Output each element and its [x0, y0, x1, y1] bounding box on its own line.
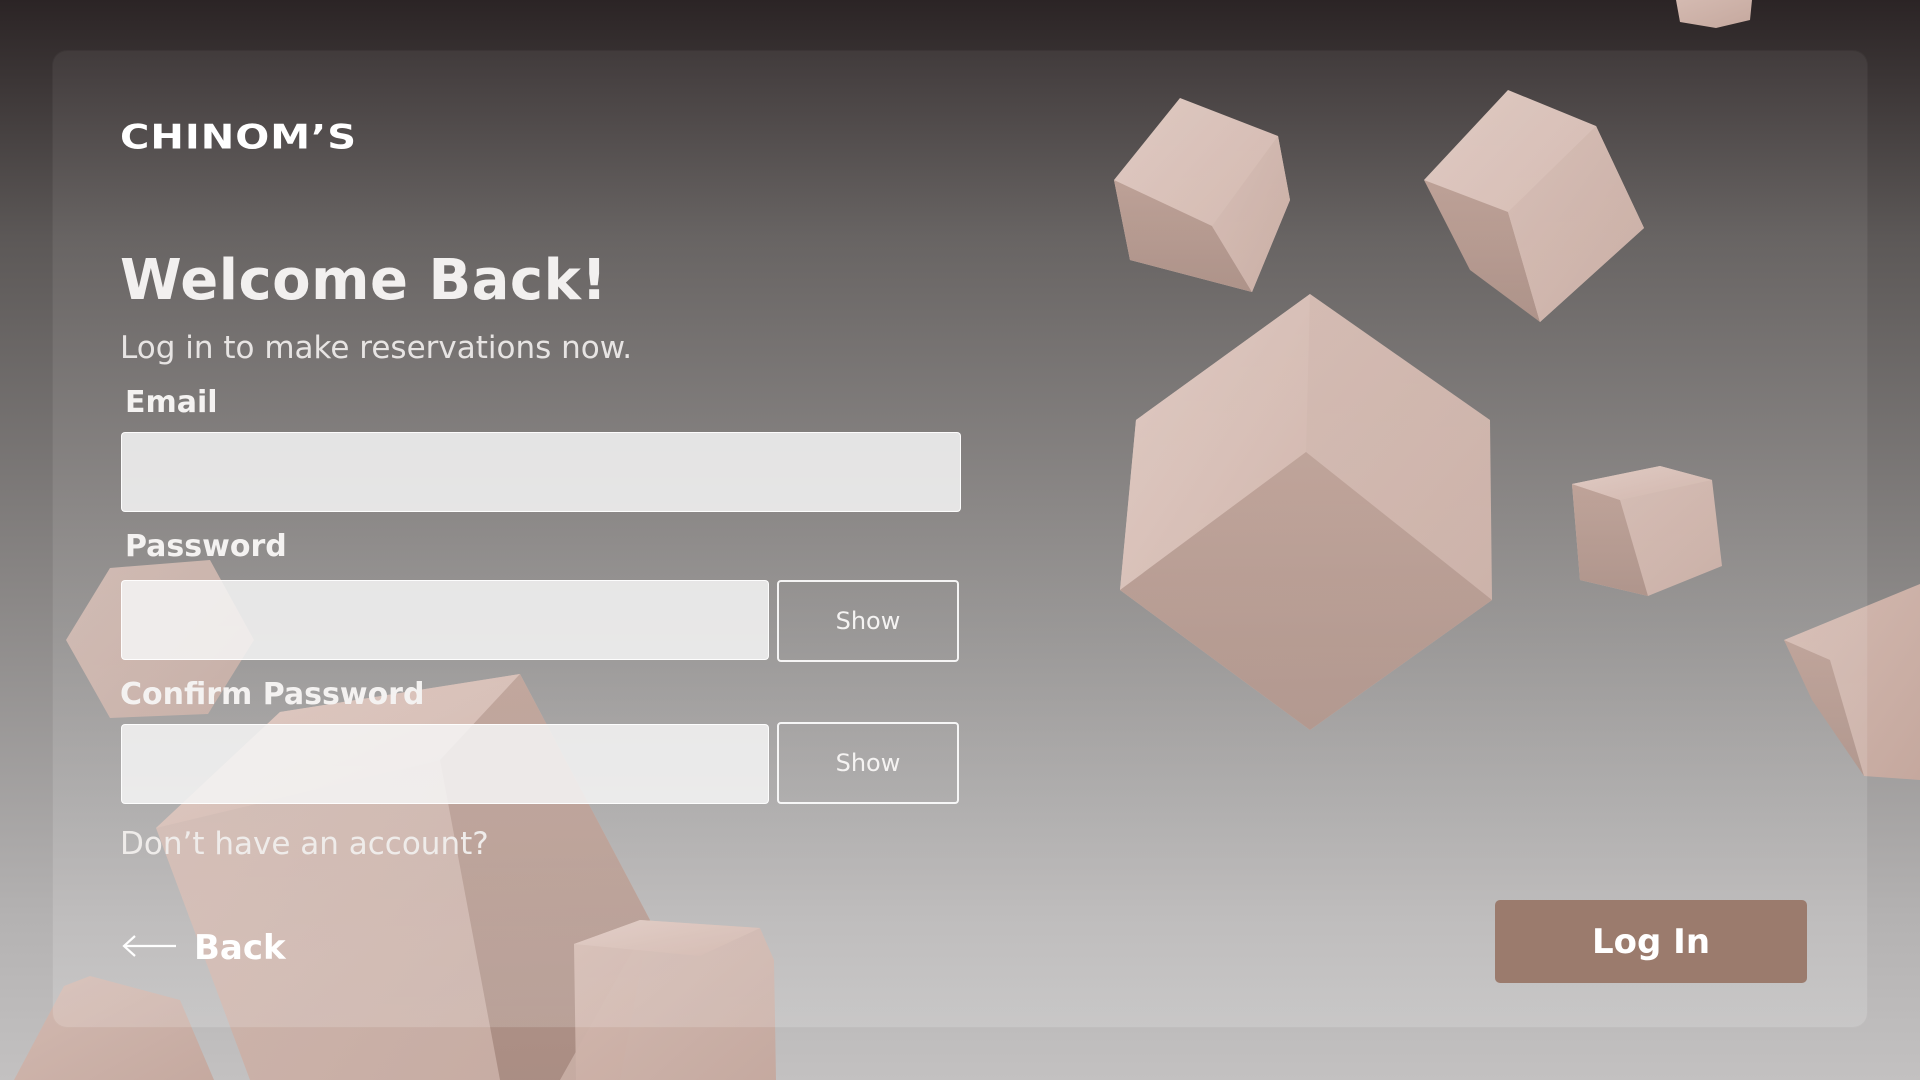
back-label: Back: [194, 928, 286, 968]
page-title: Welcome Back!: [120, 248, 608, 313]
cube-top-edge: [1676, 0, 1752, 28]
show-password-button[interactable]: Show: [777, 580, 959, 662]
confirm-password-label: Confirm Password: [120, 677, 425, 712]
login-card: [53, 51, 1867, 1027]
password-field[interactable]: [121, 580, 769, 660]
confirm-password-field[interactable]: [121, 724, 769, 804]
page-subtitle: Log in to make reservations now.: [120, 330, 633, 366]
password-label: Password: [125, 529, 287, 564]
back-button[interactable]: Back: [122, 928, 286, 968]
arrow-left-icon: [122, 935, 178, 961]
show-confirm-password-button[interactable]: Show: [777, 722, 959, 804]
email-field[interactable]: [121, 432, 961, 512]
email-label: Email: [125, 385, 218, 420]
brand-logo: CHINOM’S: [120, 118, 358, 158]
signup-link[interactable]: Don’t have an account?: [120, 826, 489, 862]
login-button[interactable]: Log In: [1495, 900, 1807, 983]
